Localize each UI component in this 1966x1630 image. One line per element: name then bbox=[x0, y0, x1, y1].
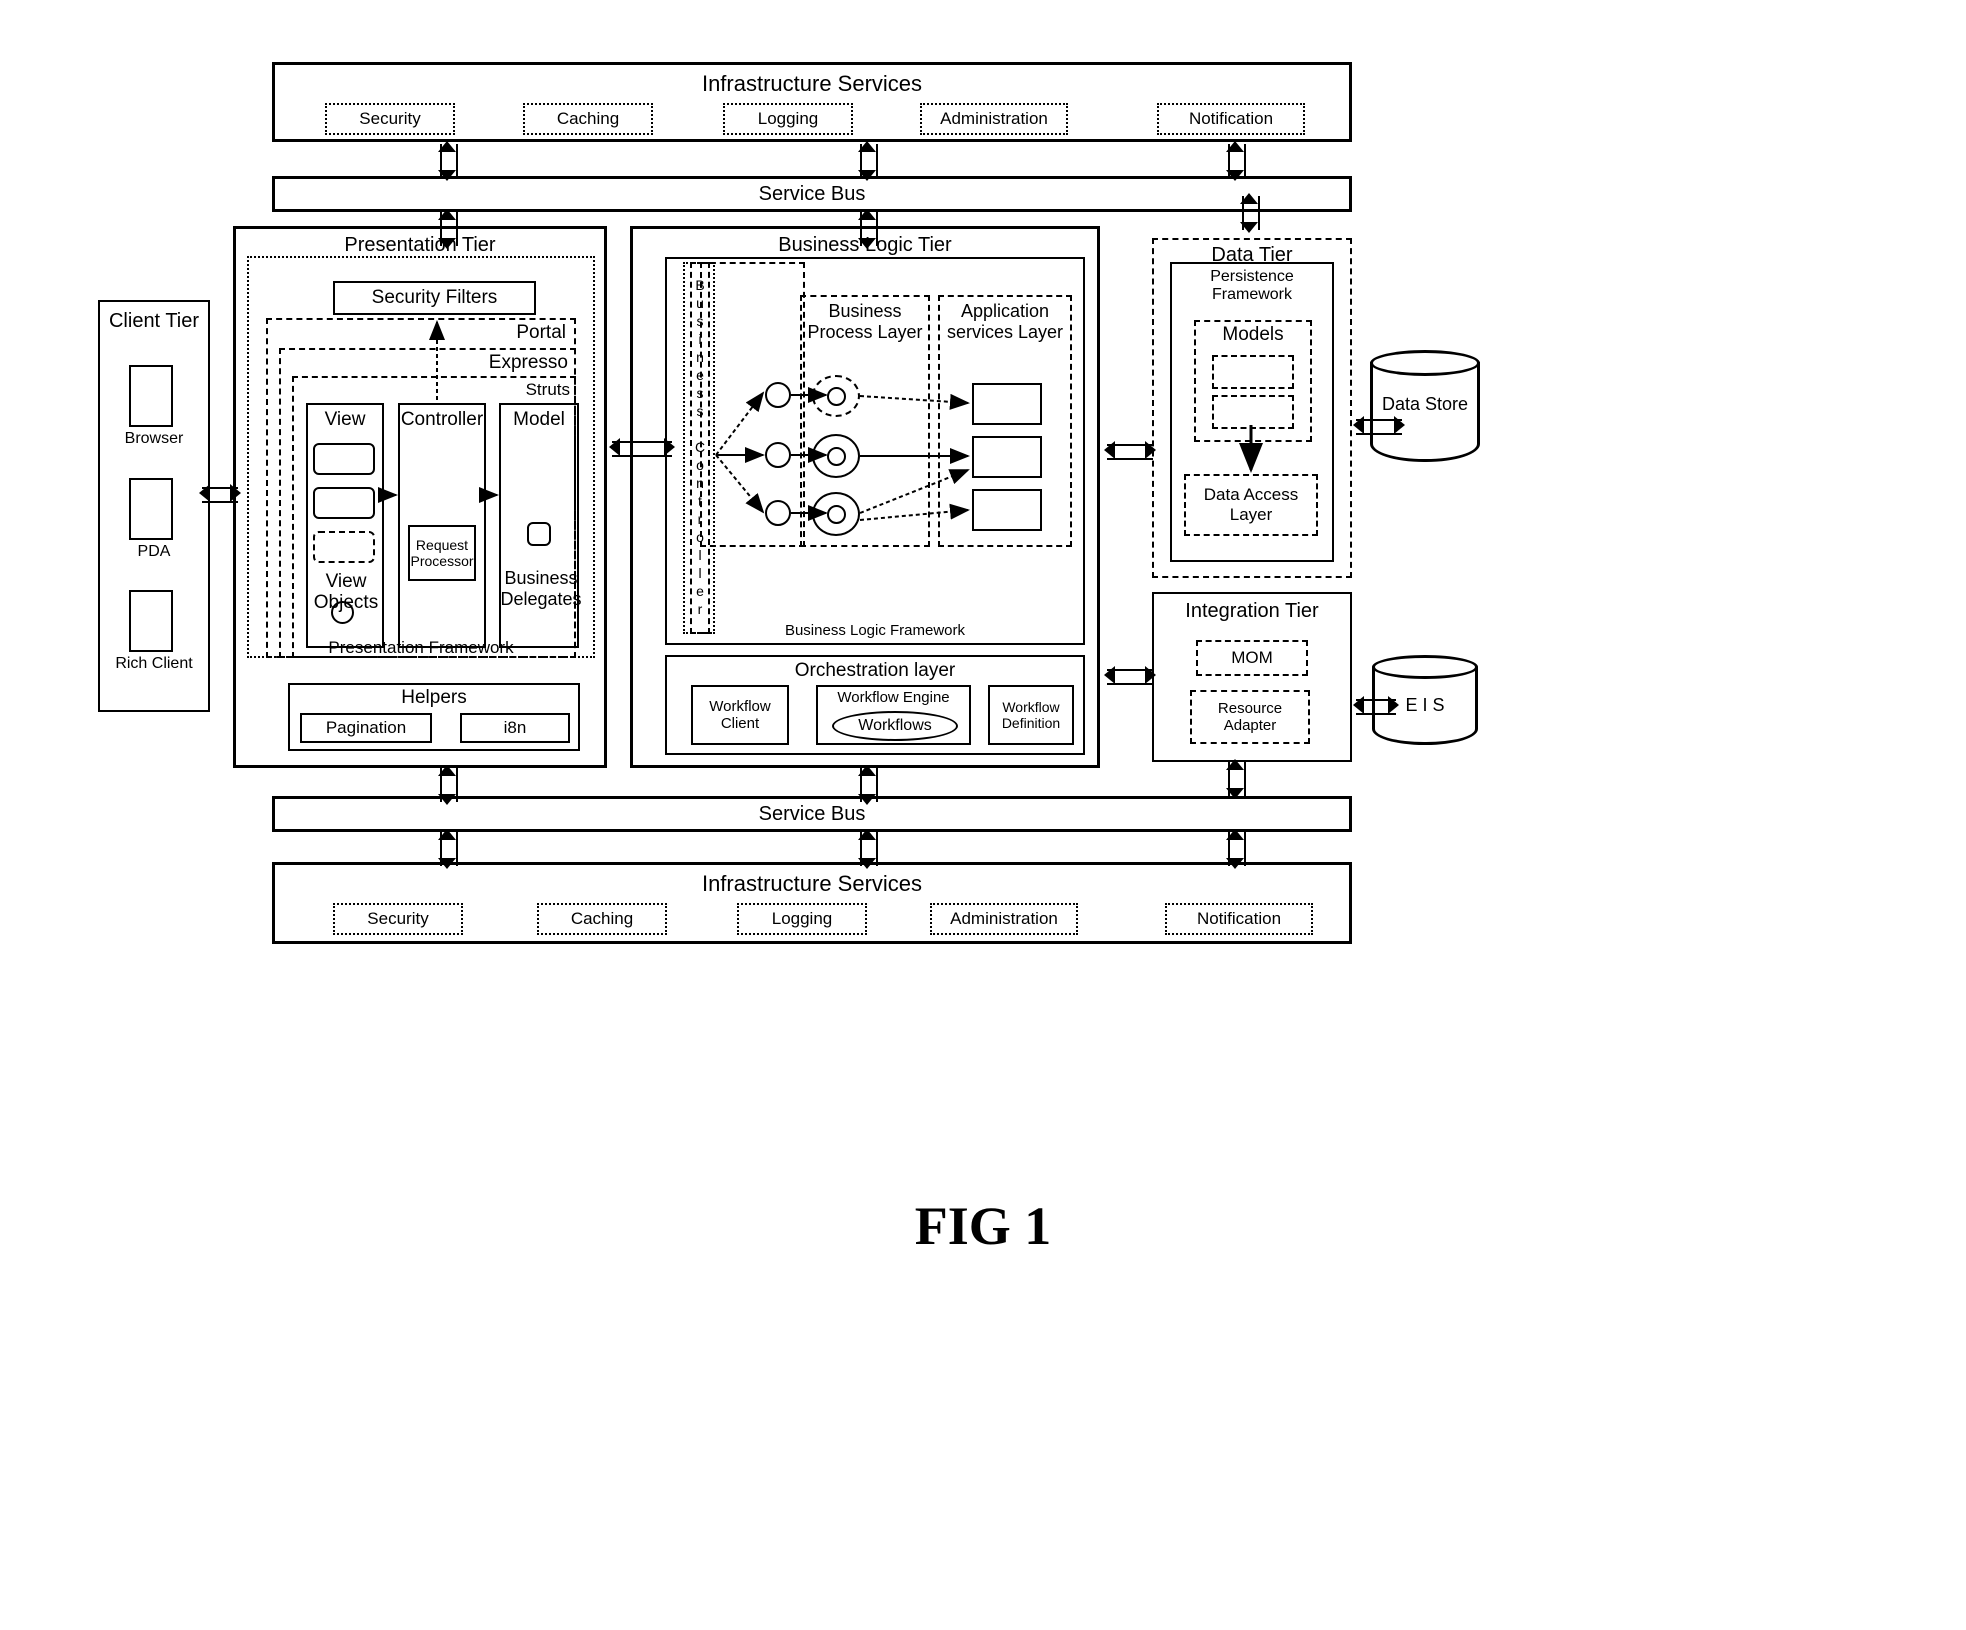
integration-tier-title: Integration Tier bbox=[1185, 600, 1319, 622]
infra-bottom-item-logging[interactable]: Logging bbox=[737, 903, 867, 935]
eis-store: E I S bbox=[1372, 655, 1478, 755]
connector-bus-infra-bottom-mid bbox=[850, 829, 884, 869]
data-store: Data Store bbox=[1370, 350, 1480, 474]
connector-integration-bus-bottom bbox=[1218, 759, 1252, 799]
infra-bottom-item-notification[interactable]: Notification bbox=[1165, 903, 1313, 935]
figure-caption: FIG 1 bbox=[914, 1196, 1052, 1256]
eis-label: E I S bbox=[1405, 695, 1445, 715]
infra-bottom-item-administration[interactable]: Administration bbox=[930, 903, 1078, 935]
integration-item-mom[interactable]: MOM bbox=[1196, 640, 1308, 676]
infra-bottom-item-security[interactable]: Security bbox=[333, 903, 463, 935]
infrastructure-services-bottom: Infrastructure Services Security Caching… bbox=[272, 862, 1352, 944]
connector-bus-infra-bottom-right bbox=[1218, 829, 1252, 869]
integration-item-resource-adapter[interactable]: Resource Adapter bbox=[1190, 690, 1310, 744]
data-store-label: Data Store bbox=[1381, 394, 1469, 414]
connector-bus-infra-bottom-left bbox=[430, 829, 464, 869]
infra-bottom-item-caching[interactable]: Caching bbox=[537, 903, 667, 935]
service-bus-bottom: Service Bus bbox=[272, 796, 1352, 832]
infra-bottom-title: Infrastructure Services bbox=[701, 871, 923, 896]
